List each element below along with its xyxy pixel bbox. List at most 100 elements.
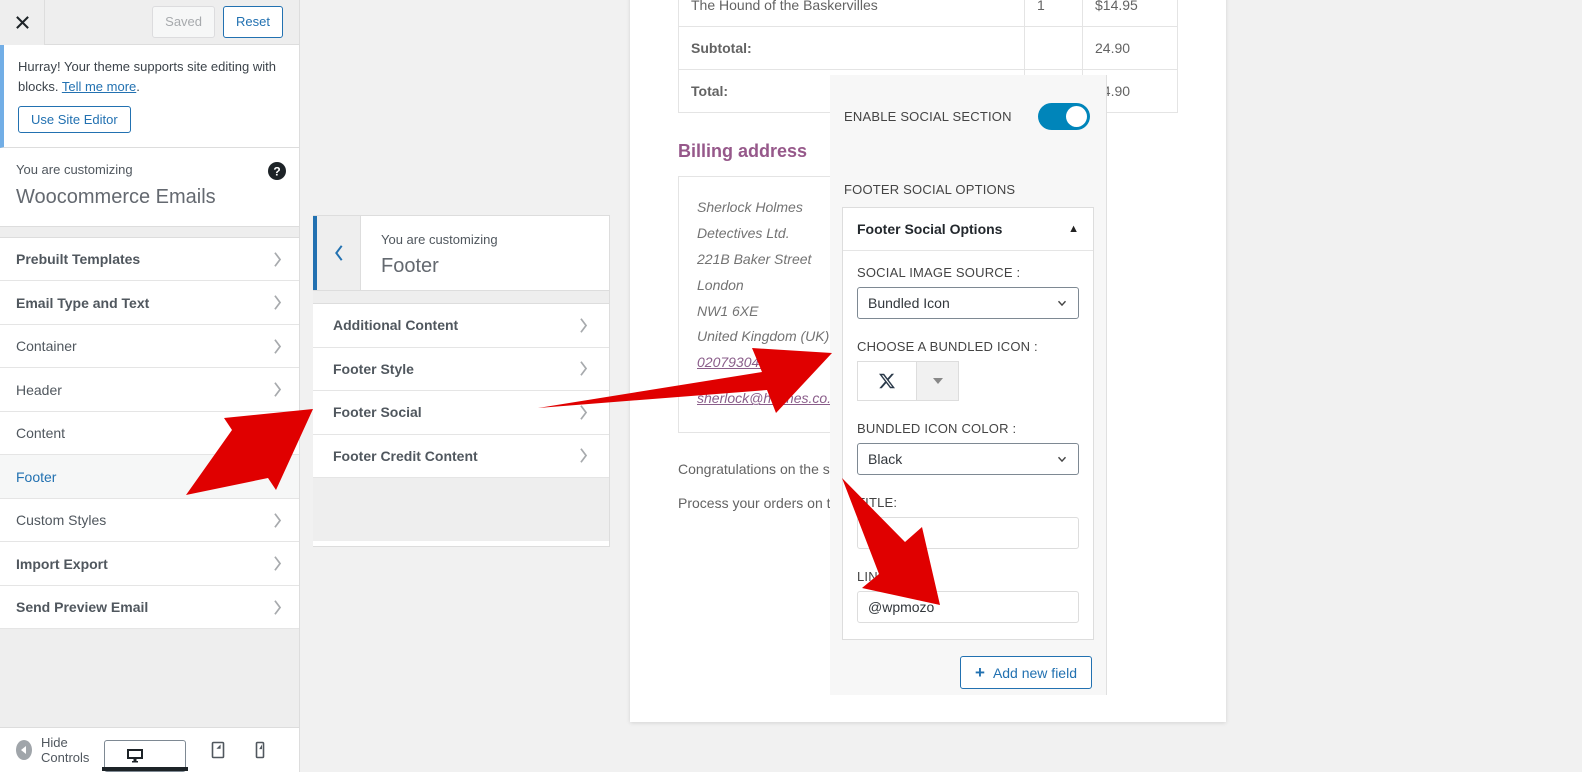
close-button[interactable] <box>0 0 45 45</box>
footer-subpanel: You are customizing Footer Additional Co… <box>313 215 610 547</box>
order-item-amount: $14.95 <box>1082 0 1178 27</box>
order-item-name: The Hound of the Baskervilles <box>678 0 1025 27</box>
hide-controls-button[interactable]: Hide Controls <box>16 735 104 765</box>
tablet-icon[interactable] <box>208 728 228 772</box>
mobile-icon[interactable] <box>250 728 270 772</box>
subpanel-item-footer-style[interactable]: Footer Style <box>313 348 609 391</box>
sidebar-item-email-type-and-text[interactable]: Email Type and Text <box>0 281 299 325</box>
enable-social-section-toggle[interactable] <box>1038 103 1090 130</box>
bundled-icon-color-label: BUNDLED ICON COLOR : <box>857 421 1017 436</box>
subpanel-item-label: Footer Credit Content <box>333 447 478 464</box>
sidebar-item-header[interactable]: Header <box>0 368 299 412</box>
notice-text-after: . <box>136 78 140 94</box>
sidebar-spacer <box>0 226 299 238</box>
social-image-source-select[interactable]: Bundled Icon <box>857 287 1079 319</box>
site-editor-notice: Hurray! Your theme supports site editing… <box>0 45 299 148</box>
chevron-left-icon <box>334 245 342 261</box>
accordion-body: SOCIAL IMAGE SOURCE : Bundled Icon CHOOS… <box>843 251 1093 639</box>
subpanel-item-footer-credit-content[interactable]: Footer Credit Content <box>313 435 609 478</box>
collapse-icon <box>16 740 32 760</box>
add-new-field-label: Add new field <box>992 664 1077 681</box>
chevron-right-icon <box>578 317 589 334</box>
social-image-source-label: SOCIAL IMAGE SOURCE : <box>857 265 1021 280</box>
sidebar-item-content[interactable]: Content <box>0 412 299 456</box>
link-label: LINK: <box>857 569 891 584</box>
page-title: Woocommerce Emails <box>16 185 216 208</box>
bundled-icon-color-select[interactable]: Black <box>857 443 1079 475</box>
footer-social-options-accordion: Footer Social Options ▲ SOCIAL IMAGE SOU… <box>842 207 1094 640</box>
sidebar-item-container[interactable]: Container <box>0 325 299 369</box>
order-subtotal-amount: 24.90 <box>1082 26 1178 70</box>
sidebar-item-import-export[interactable]: Import Export <box>0 542 299 586</box>
sidebar-list: Prebuilt Templates Email Type and Text C… <box>0 237 299 630</box>
sidebar-item-footer[interactable]: Footer <box>0 455 299 499</box>
toggle-knob <box>1066 106 1087 127</box>
billing-email-link[interactable]: sherlock@holmes.co.uk <box>697 390 846 406</box>
chevron-right-icon <box>272 425 283 442</box>
customizer-sidebar: Saved Reset Hurray! Your theme supports … <box>0 0 300 772</box>
add-new-field-button[interactable]: + Add new field <box>960 656 1092 689</box>
subpanel-back-button[interactable] <box>313 216 361 290</box>
bundled-icon-color-value: Black <box>868 451 903 467</box>
social-image-source-value: Bundled Icon <box>868 295 950 311</box>
chevron-right-icon <box>578 404 589 421</box>
customizer-footer-bar: Hide Controls <box>0 727 299 772</box>
chevron-right-icon <box>272 294 283 311</box>
reset-button[interactable]: Reset <box>223 5 283 39</box>
chevron-up-icon[interactable]: ▲ <box>1068 223 1079 235</box>
sidebar-item-custom-styles[interactable]: Custom Styles <box>0 499 299 543</box>
help-icon[interactable]: ? <box>267 161 287 181</box>
customizer-subtitle: You are customizing <box>16 162 133 177</box>
accordion-title: Footer Social Options <box>857 221 1003 237</box>
subpanel-title: Footer <box>381 254 439 277</box>
sidebar-item-label: Custom Styles <box>16 512 107 529</box>
subpanel-item-footer-social[interactable]: Footer Social <box>313 391 609 435</box>
customizer-title-bar: You are customizing Woocommerce Emails ? <box>0 148 299 227</box>
bundled-icon-dropdown-button[interactable] <box>917 361 959 401</box>
x-twitter-icon[interactable] <box>857 361 917 401</box>
table-row: Subtotal: 24.90 <box>678 26 1178 70</box>
subpanel-tail <box>313 478 609 541</box>
tell-me-more-link[interactable]: Tell me more <box>62 79 136 94</box>
chevron-right-icon <box>272 338 283 355</box>
chevron-right-icon <box>272 251 283 268</box>
enable-social-section-row: ENABLE SOCIAL SECTION <box>830 75 1106 130</box>
sidebar-item-label: Email Type and Text <box>16 294 150 311</box>
choose-bundled-icon-label: CHOOSE A BUNDLED ICON : <box>857 339 1038 354</box>
chevron-right-icon <box>272 512 283 529</box>
chevron-right-icon <box>272 555 283 572</box>
use-site-editor-button[interactable]: Use Site Editor <box>18 106 131 133</box>
chevron-down-icon <box>1055 452 1069 466</box>
link-input[interactable] <box>857 591 1079 623</box>
chevron-down-icon <box>1055 296 1069 310</box>
title-label: TITLE: <box>857 495 898 510</box>
subpanel-spacer <box>313 291 609 304</box>
enable-social-section-label: ENABLE SOCIAL SECTION <box>844 109 1012 124</box>
sidebar-item-label: Send Preview Email <box>16 599 149 616</box>
subpanel-header: You are customizing Footer <box>313 216 609 291</box>
table-row: The Hound of the Baskervilles 1 $14.95 <box>678 0 1178 27</box>
subpanel-item-label: Footer Style <box>333 360 414 377</box>
notice-text: Hurray! Your theme supports site editing… <box>18 59 276 94</box>
chevron-right-icon <box>578 360 589 377</box>
hide-controls-label: Hide Controls <box>41 735 90 765</box>
customizer-header: Saved Reset <box>0 0 299 45</box>
accordion-header[interactable]: Footer Social Options ▲ <box>843 208 1093 251</box>
sidebar-item-prebuilt-templates[interactable]: Prebuilt Templates <box>0 238 299 282</box>
sidebar-item-label: Content <box>16 425 66 442</box>
billing-phone-link[interactable]: 02079304832 <box>697 354 783 370</box>
desktop-icon[interactable] <box>102 740 188 772</box>
customizer-screen: A Study in Scarlet 1 $9.95 The Hound of … <box>0 0 1582 772</box>
bundled-icon-picker <box>857 361 1079 401</box>
sidebar-item-label: Container <box>16 338 77 355</box>
footer-social-popover: ENABLE SOCIAL SECTION FOOTER SOCIAL OPTI… <box>830 75 1107 695</box>
sidebar-item-send-preview-email[interactable]: Send Preview Email <box>0 586 299 630</box>
svg-text:?: ? <box>273 165 280 179</box>
subpanel-item-additional-content[interactable]: Additional Content <box>313 304 609 348</box>
order-item-qty: 1 <box>1024 0 1083 27</box>
sidebar-item-label: Import Export <box>16 555 108 572</box>
chevron-right-icon <box>578 447 589 464</box>
title-input[interactable] <box>857 517 1079 549</box>
close-icon <box>15 15 29 29</box>
subpanel-item-label: Additional Content <box>333 317 459 334</box>
